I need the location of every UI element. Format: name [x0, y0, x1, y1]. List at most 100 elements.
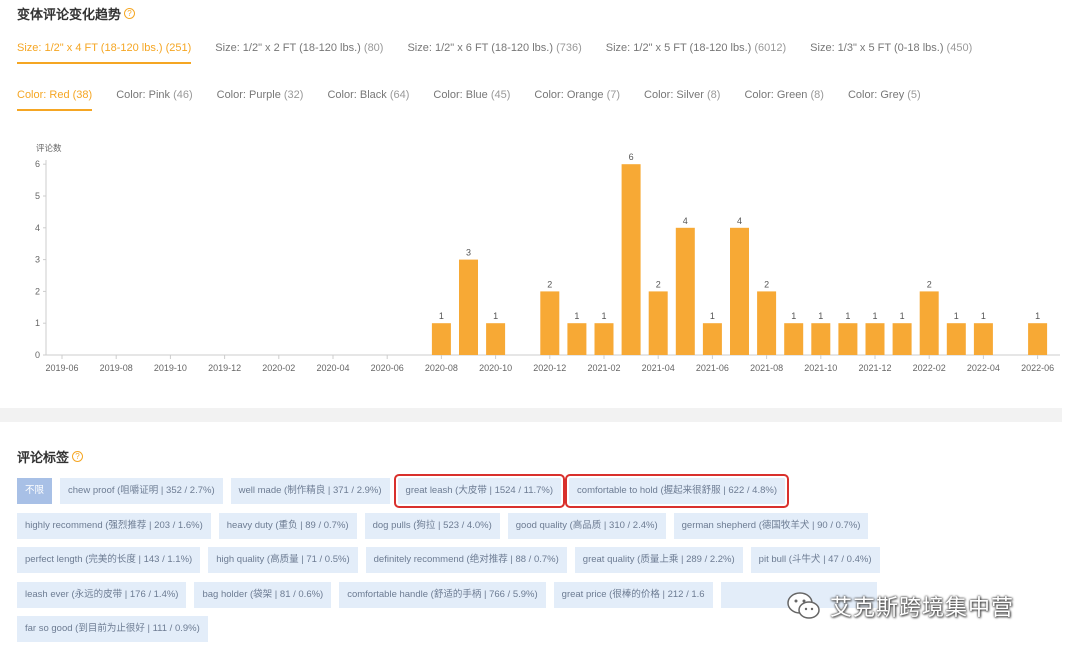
review-tag[interactable]: well made (制作精良 | 371 / 2.9%) — [230, 478, 390, 504]
bar-2021-01[interactable] — [567, 323, 587, 355]
bar-value-label: 1 — [1035, 311, 1040, 321]
bar-value-label: 1 — [601, 311, 606, 321]
review-tag[interactable]: bag holder (袋架 | 81 / 0.6%) — [194, 581, 332, 608]
review-tag[interactable]: good quality (高品质 | 310 / 2.4%) — [507, 512, 666, 539]
bar-2021-02[interactable] — [594, 323, 614, 355]
tag-row: 不限 chew proof (咀嚼证明 | 352 / 2.7%) well mad… — [17, 474, 1047, 508]
color-tab-5[interactable]: Color: Orange (7) — [534, 89, 620, 111]
bar-value-label: 2 — [547, 279, 552, 289]
bar-value-label: 1 — [439, 311, 444, 321]
x-tick-label: 2021-06 — [696, 363, 729, 373]
color-tab-4[interactable]: Color: Blue (45) — [433, 89, 510, 111]
bar-2021-10[interactable] — [811, 323, 831, 355]
x-tick-label: 2019-08 — [100, 363, 133, 373]
bar-value-label: 1 — [900, 311, 905, 321]
color-tab-count: (45) — [490, 89, 511, 101]
color-tab-count: (7) — [606, 89, 621, 101]
bar-value-label: 1 — [845, 311, 850, 321]
tags-section-title: 评论标签 ? — [17, 447, 84, 466]
x-tick-label: 2021-04 — [642, 363, 675, 373]
review-tag[interactable]: leash ever (永远的皮带 | 176 / 1.4%) — [17, 581, 187, 608]
size-tab-label: Size: 1/2" x 5 FT (18-120 lbs.) — [605, 42, 752, 54]
color-tabs: Color: Red (38) Color: Pink (46) Color: Pu… — [17, 89, 945, 111]
bar-2020-09[interactable] — [459, 259, 478, 355]
bar-value-label: 2 — [927, 279, 932, 289]
color-tab-2[interactable]: Color: Purple (32) — [217, 89, 304, 111]
y-tick-label: 0 — [35, 350, 40, 360]
bar-2021-09[interactable] — [784, 323, 804, 355]
x-tick-label: 2020-04 — [316, 363, 349, 373]
review-tag[interactable]: perfect length (完美的长度 | 143 / 1.1%) — [17, 547, 201, 573]
review-tag[interactable]: dog pulls (狗拉 | 523 / 4.0%) — [364, 512, 500, 539]
review-tag[interactable]: heavy duty (重负 | 89 / 0.7%) — [218, 512, 357, 539]
review-tag[interactable]: highly recommend (强烈推荐 | 203 / 1.6%) — [17, 512, 211, 539]
review-tag[interactable]: definitely recommend (绝对推荐 | 88 / 0.7%) — [365, 547, 567, 573]
size-tab-count: (251) — [165, 42, 192, 54]
size-tab-3[interactable]: Size: 1/2" x 5 FT (18-120 lbs.) (6012) — [606, 42, 786, 64]
review-tag[interactable]: high quality (高质量 | 71 / 0.5%) — [208, 547, 358, 573]
bar-2021-07[interactable] — [730, 227, 749, 355]
review-tag[interactable]: great leash (大皮带 | 1524 / 11.7%) — [393, 474, 566, 508]
y-tick-label: 5 — [35, 191, 40, 201]
x-tick-label: 2021-12 — [858, 363, 891, 373]
y-tick-label: 4 — [35, 223, 40, 233]
bar-2021-04[interactable] — [648, 291, 668, 355]
bar-2022-03[interactable] — [946, 323, 966, 355]
watermark-text: 艾克斯跨境集中营 — [830, 595, 1015, 620]
bar-2022-02[interactable] — [919, 291, 939, 355]
color-tab-0[interactable]: Color: Red (38) — [17, 89, 93, 111]
bar-value-label: 2 — [764, 279, 769, 289]
review-tags-list: 不限 chew proof (咀嚼证明 | 352 / 2.7%) well mad… — [17, 474, 1047, 651]
review-tag[interactable]: pit bull (斗牛犬 | 47 / 0.4%) — [750, 547, 880, 573]
bar-2021-06[interactable] — [702, 323, 722, 355]
bar-2021-11[interactable] — [838, 323, 858, 355]
bar-2020-12[interactable] — [540, 291, 560, 355]
bar-value-label: 1 — [954, 311, 959, 321]
bar-2022-06[interactable] — [1028, 323, 1048, 355]
y-axis-label: 评论数 — [36, 143, 62, 153]
color-tab-3[interactable]: Color: Black (64) — [327, 89, 409, 111]
size-tab-count: (736) — [556, 42, 582, 54]
color-tab-count: (64) — [389, 89, 410, 101]
bar-2021-08[interactable] — [757, 291, 777, 355]
color-tab-count: (8) — [810, 89, 824, 101]
bar-2021-12[interactable] — [865, 323, 885, 355]
size-tab-4[interactable]: Size: 1/3" x 5 FT (0-18 lbs.) (450) — [810, 42, 972, 64]
bar-value-label: 6 — [629, 152, 634, 162]
review-tag[interactable]: great quality (质量上乘 | 289 / 2.2%) — [574, 547, 743, 573]
review-tag[interactable]: great price (很棒的价格 | 212 / 1.6 — [553, 581, 713, 608]
bar-2021-05[interactable] — [675, 227, 695, 355]
color-tab-7[interactable]: Color: Green (8) — [744, 89, 824, 111]
trend-section-title: 变体评论变化趋势 ? — [17, 4, 136, 23]
bar-value-label: 2 — [656, 279, 661, 289]
color-tab-6[interactable]: Color: Silver (8) — [644, 89, 720, 111]
bar-value-label: 4 — [737, 216, 742, 226]
tags-title-text: 评论标签 — [17, 450, 70, 465]
review-trend-chart: 评论数 0 1 2 3 4 5 6 1 3 1 2 1 1 6 2 4 1 4 2 1 1 1 1 1 2 1 1 1 2019-06 20… — [35, 143, 1060, 373]
help-icon[interactable]: ? — [124, 8, 136, 19]
size-tab-count: (80) — [363, 42, 384, 54]
review-tag[interactable]: comfortable to hold (握起来很舒服 | 622 / 4.8%… — [565, 474, 789, 508]
color-tab-1[interactable]: Color: Pink (46) — [116, 89, 192, 111]
bar-2022-04[interactable] — [973, 323, 993, 355]
size-tab-1[interactable]: Size: 1/2" x 2 FT (18-120 lbs.) (80) — [215, 42, 383, 64]
bar-2022-01[interactable] — [892, 323, 912, 355]
x-tick-label: 2019-06 — [45, 363, 78, 373]
bar-value-label: 1 — [981, 311, 986, 321]
size-tab-label: Size: 1/2" x 2 FT (18-120 lbs.) — [215, 42, 361, 54]
review-tag[interactable]: german shepherd (德国牧羊犬 | 90 / 0.7%) — [673, 512, 869, 539]
bar-value-label: 4 — [683, 216, 688, 226]
review-tag[interactable]: comfortable handle (舒适的手柄 | 766 / 5.9%) — [339, 581, 546, 608]
color-tab-label: Color: Red — [17, 89, 70, 101]
tag-all[interactable]: 不限 — [17, 478, 53, 504]
help-icon[interactable]: ? — [72, 451, 84, 462]
bar-2020-08[interactable] — [431, 323, 451, 355]
size-tab-2[interactable]: Size: 1/2" x 6 FT (18-120 lbs.) (736) — [407, 42, 581, 64]
color-tab-label: Color: Blue — [433, 89, 488, 101]
size-tab-0[interactable]: Size: 1/2" x 4 FT (18-120 lbs.) (251) — [17, 42, 192, 64]
bar-2020-10[interactable] — [486, 323, 506, 355]
bar-2021-03[interactable] — [621, 164, 641, 355]
color-tab-8[interactable]: Color: Grey (5) — [848, 89, 921, 111]
review-tag[interactable]: far so good (到目前为止很好 | 111 / 0.9%) — [17, 616, 208, 642]
review-tag[interactable]: chew proof (咀嚼证明 | 352 / 2.7%) — [60, 478, 223, 504]
